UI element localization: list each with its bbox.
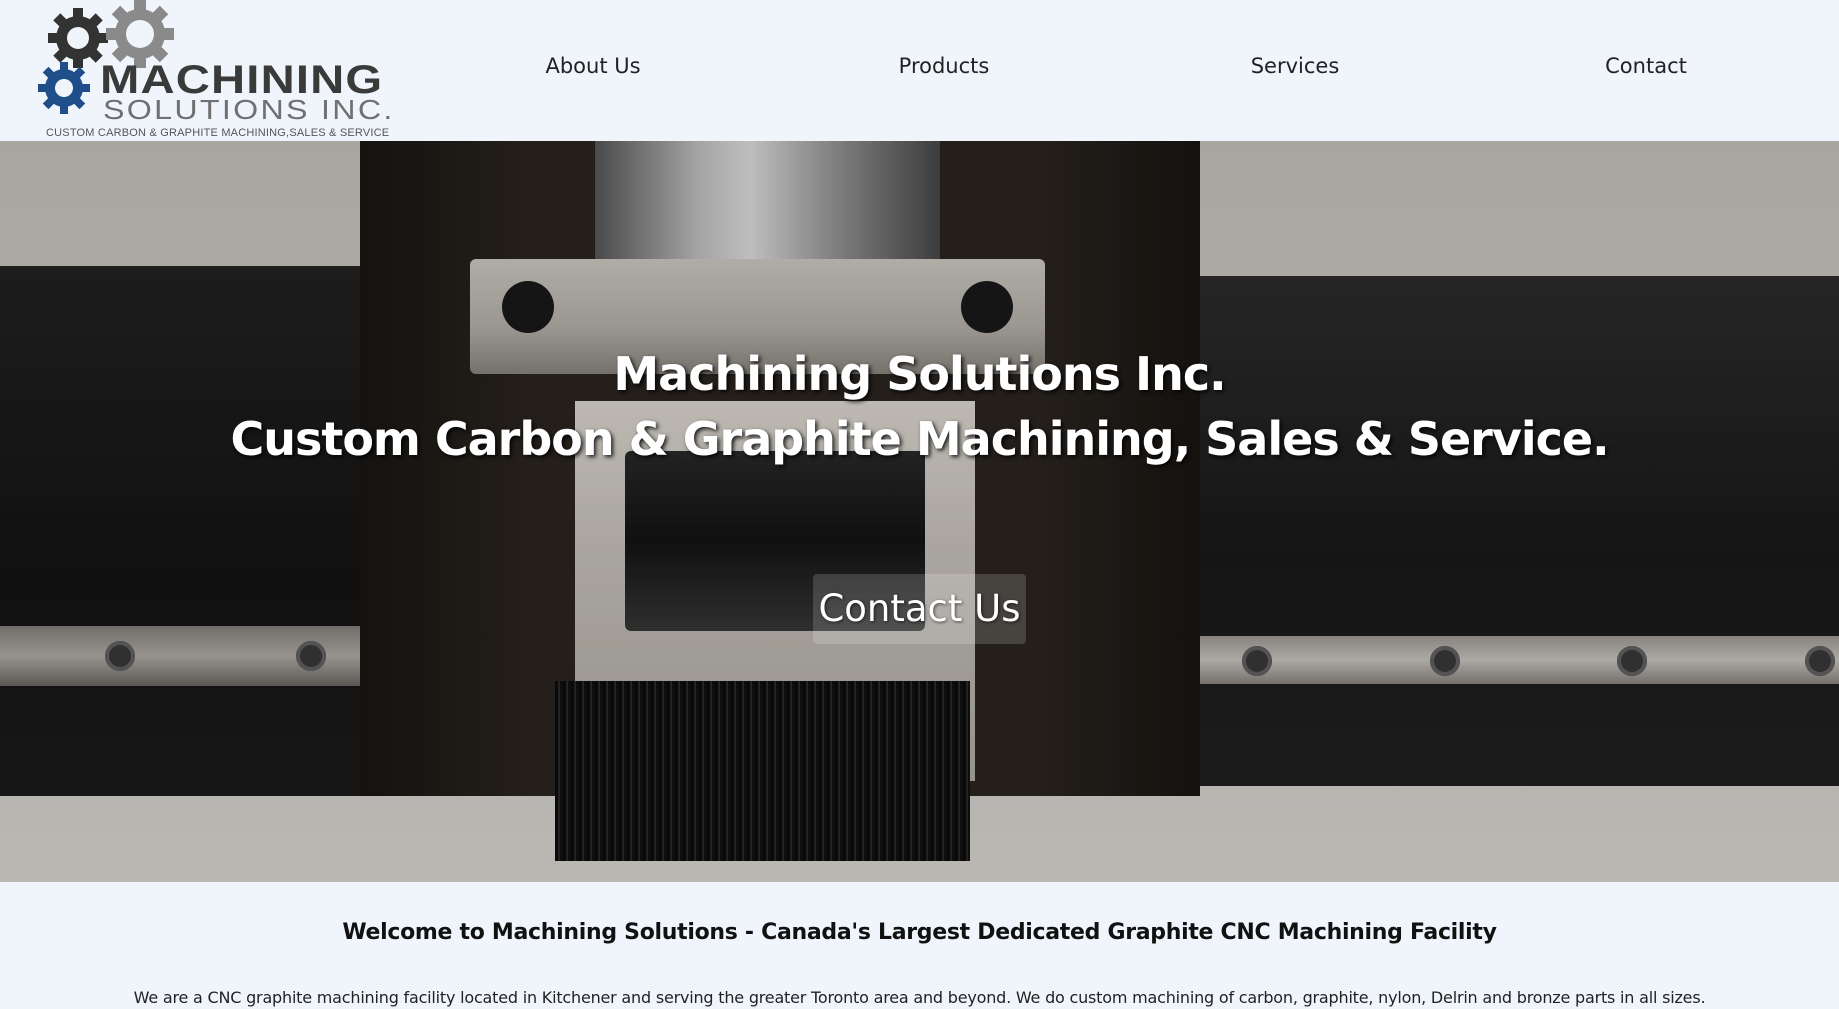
contact-us-button[interactable]: Contact Us <box>813 574 1026 644</box>
main-nav: About Us Products Services Contact <box>0 54 1839 84</box>
nav-about-us[interactable]: About Us <box>545 54 640 78</box>
nav-products[interactable]: Products <box>899 54 990 78</box>
logo-tagline: CUSTOM CARBON & GRAPHITE MACHINING,SALES… <box>46 127 390 139</box>
welcome-heading: Welcome to Machining Solutions - Canada'… <box>342 920 1497 945</box>
nav-contact[interactable]: Contact <box>1605 54 1687 78</box>
hero-title: Machining Solutions Inc. <box>613 347 1226 401</box>
site-header: MACHINING SOLUTIONS INC. CUSTOM CARBON &… <box>0 0 1839 141</box>
logo-wordmark-sub: SOLUTIONS INC. <box>103 94 395 125</box>
nav-services[interactable]: Services <box>1251 54 1340 78</box>
hero-subtitle: Custom Carbon & Graphite Machining, Sale… <box>230 412 1609 466</box>
hero-banner: Machining Solutions Inc. Custom Carbon &… <box>0 141 1839 882</box>
intro-paragraph: We are a CNC graphite machining facility… <box>133 988 1706 1007</box>
